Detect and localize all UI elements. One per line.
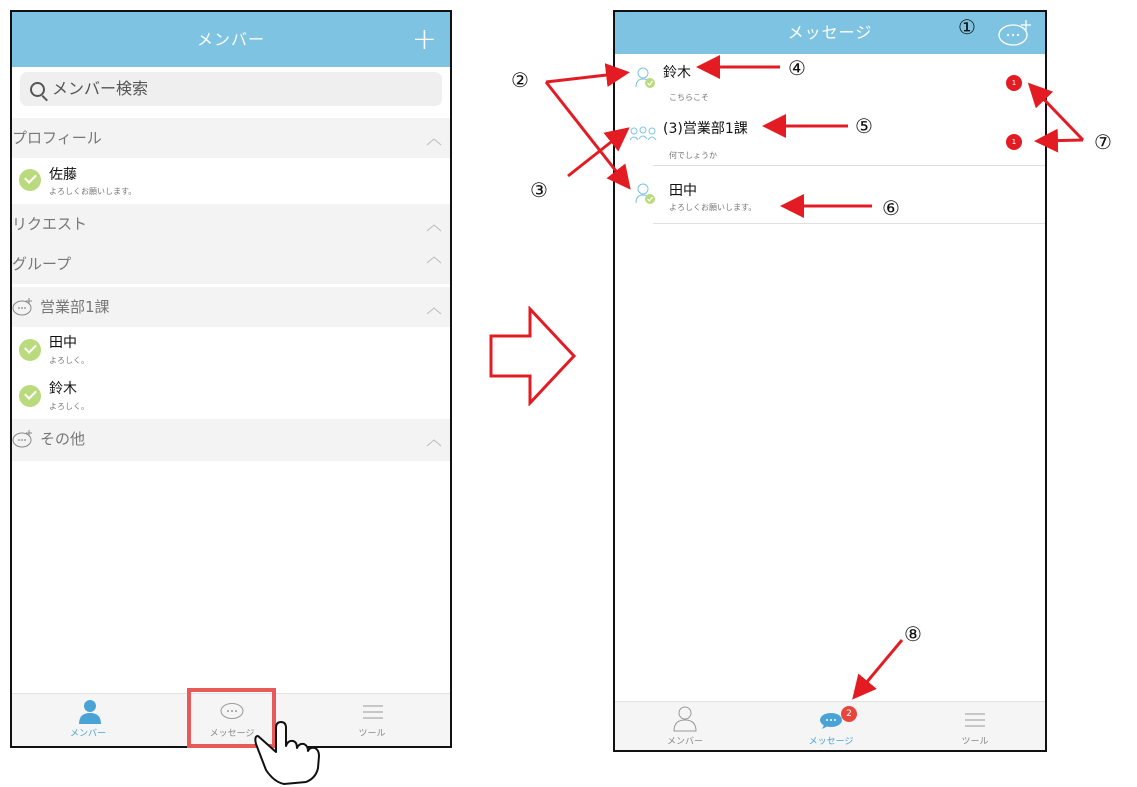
arrow-7a <box>1027 82 1085 142</box>
callout-3: ③ <box>530 178 548 202</box>
callout-4: ④ <box>788 56 806 80</box>
callout-7: ⑦ <box>1094 130 1112 154</box>
callout-8: ⑧ <box>904 622 922 646</box>
arrow-7b <box>1034 128 1084 153</box>
arrow-2b <box>544 81 631 190</box>
callout-2: ② <box>511 68 529 92</box>
arrow-8 <box>852 639 904 700</box>
arrow-2a <box>545 63 630 87</box>
annotation-arrows <box>544 55 1085 700</box>
callout-5: ⑤ <box>855 114 873 138</box>
callout-6: ⑥ <box>882 196 900 220</box>
callout-1: ① <box>958 15 976 39</box>
